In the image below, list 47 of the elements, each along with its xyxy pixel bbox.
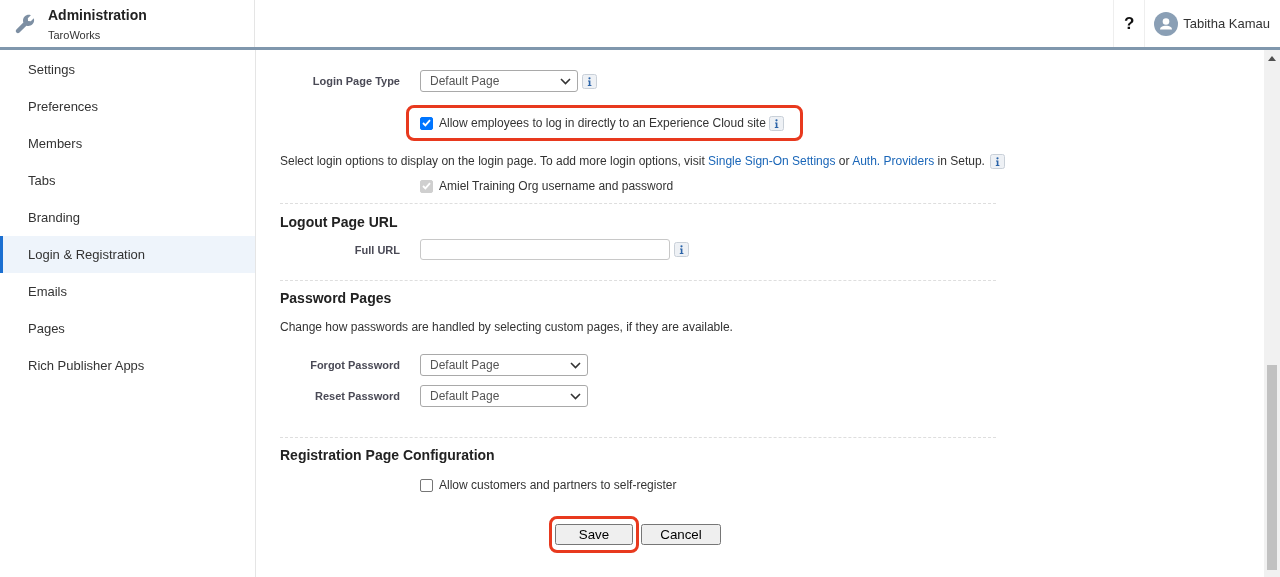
page-select[interactable]: Default Page [420,385,588,407]
page-select[interactable]: Default Page [420,70,578,92]
page-select[interactable]: Default Page [420,354,588,376]
sidebar-item[interactable]: Pages [0,310,255,347]
field-label: Forgot Password [309,359,400,371]
field-label: Full URL [353,243,400,256]
form-button[interactable]: Cancel [641,524,721,545]
user-name[interactable]: Tabitha Kamau [1183,16,1270,31]
checkbox[interactable] [420,116,433,130]
sidebar-item[interactable]: Tabs [0,162,255,199]
sidebar-item[interactable]: Members [0,125,255,162]
setup-link[interactable]: Single Sign-On Settings [708,154,836,168]
section-heading: Logout Page URL [280,213,399,231]
section-description: Change how passwords are handled by selecting custom pages, if they are available. [280,319,734,335]
avatar-icon[interactable] [1154,11,1179,36]
scrollbar-thumb[interactable] [1267,365,1277,570]
app-subtitle: TaroWorks [48,28,102,41]
checkbox-label: Allow employees to log in directly to an Experience Cloud site [439,116,766,130]
checkbox-label: Allow customers and partners to self-register [439,478,677,492]
info-icon[interactable] [582,73,597,89]
help-button[interactable]: ? [1113,0,1146,47]
sidebar-item[interactable]: Login & Registration [0,236,255,273]
login-options-text: Select login options to display on the login page. To add more login options, visit Single Sign-On Settings or Auth. Providers in Setup. [280,153,985,169]
sidebar-item[interactable]: Settings [0,51,255,88]
wrench-icon [14,12,36,35]
sidebar-item[interactable]: Branding [0,199,255,236]
info-icon[interactable] [674,242,689,257]
sidebar-item[interactable]: Preferences [0,88,255,125]
checkbox-label: Amiel Training Org username and password [439,179,674,193]
caret-icon [570,392,581,400]
info-icon[interactable] [989,153,1005,169]
scrollbar[interactable] [1264,50,1280,577]
caret-icon [570,361,581,369]
field-label: Reset Password [314,390,400,402]
setup-link[interactable]: Auth. Providers [852,154,935,168]
sidebar-item[interactable]: Rich Publisher Apps [0,347,255,384]
sidebar-item[interactable]: Emails [0,273,255,310]
checkbox[interactable] [420,478,433,492]
field-label: Login Page Type [311,75,400,87]
caret-icon [560,77,571,85]
scroll-up-icon[interactable] [1268,56,1276,61]
url-input[interactable] [420,239,670,260]
info-icon[interactable] [768,115,784,131]
section-heading: Registration Page Configuration [280,446,496,464]
section-heading: Password Pages [280,289,393,307]
form-button[interactable]: Save [555,524,633,545]
app-title: Administration [48,6,147,23]
